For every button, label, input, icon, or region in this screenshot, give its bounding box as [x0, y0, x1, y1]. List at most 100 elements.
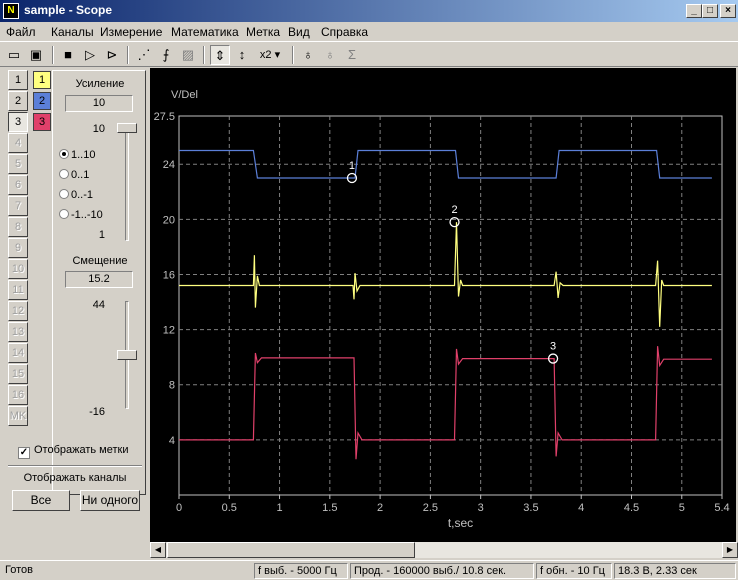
y-tick-label: 20: [163, 214, 175, 226]
menu-file[interactable]: Файл: [6, 25, 36, 39]
channel-button-4[interactable]: 4: [8, 133, 28, 153]
offset-slider-thumb[interactable]: [117, 350, 137, 360]
channel-button-6[interactable]: 6: [8, 175, 28, 195]
range-radio-4[interactable]: -1..-10: [59, 209, 103, 221]
channel-color-swatch-2[interactable]: 2: [33, 92, 51, 110]
channel-button-17[interactable]: MK: [8, 406, 28, 426]
save-icon[interactable]: ▣: [26, 45, 46, 65]
channel-button-16[interactable]: 16: [8, 385, 28, 405]
sum-icon[interactable]: Σ: [342, 45, 362, 65]
menu-marker[interactable]: Метка: [246, 25, 280, 39]
gain-slider-min: 1: [98, 229, 105, 241]
window-title: sample - Scope: [24, 3, 113, 17]
menu-help[interactable]: Справка: [321, 25, 368, 39]
offset-slider-min: -16: [89, 406, 105, 418]
maximize-button[interactable]: □: [702, 4, 718, 18]
x-tick-label: 1: [276, 502, 282, 514]
trigger-icon[interactable]: ⨍: [156, 45, 176, 65]
scroll-right-icon[interactable]: ▶: [722, 542, 738, 558]
show-none-button[interactable]: Ни одного: [80, 490, 140, 511]
status-refresh: f обн. - 10 Гц: [536, 563, 612, 579]
y-tick-label: 16: [163, 269, 175, 281]
plot-frame: [178, 115, 723, 496]
zoom-x2-icon[interactable]: x2 ▾: [254, 45, 286, 65]
channel-button-10[interactable]: 10: [8, 259, 28, 279]
offset-label: Смещение: [72, 255, 128, 267]
fit-vertical-icon[interactable]: ⇕: [210, 45, 230, 65]
menu-measure[interactable]: Измерение: [100, 25, 162, 39]
offset-value: 15.2: [65, 271, 133, 288]
scope-chart: 0 0.5 1 1.5 2 2.5 3 3.5 4 4.5 5 5.4481216202427.5V/…: [154, 89, 730, 530]
y-axis-label: V/Del: [171, 89, 198, 101]
channel-button-3[interactable]: 3: [8, 112, 28, 132]
channel-color-swatch-1[interactable]: 1: [33, 71, 51, 89]
status-ready: Готов: [5, 564, 33, 576]
menu-math[interactable]: Математика: [171, 25, 239, 39]
status-bar: Готов f выб. - 5000 Гц Прод. - 160000 вы…: [0, 560, 738, 580]
channel-button-2[interactable]: 2: [8, 91, 28, 111]
range-radio-2[interactable]: 0..1: [59, 169, 89, 181]
channel-setup-icon[interactable]: ⋰: [134, 45, 154, 65]
channel-color-swatch-3[interactable]: 3: [33, 113, 51, 131]
fill-icon[interactable]: ▨: [178, 45, 198, 65]
x-axis-label: t,sec: [448, 516, 473, 530]
minimize-button[interactable]: _: [686, 4, 702, 18]
y-tick-label: 8: [169, 380, 175, 392]
gain-offset-panel: Усиление 10 10 1 1..10 0..1 0..-1 -1..-1…: [52, 70, 146, 495]
y-tick-label: 27.5: [154, 111, 175, 123]
marker-label-3: 3: [550, 341, 556, 353]
channel-button-11[interactable]: 11: [8, 280, 28, 300]
channel-button-13[interactable]: 13: [8, 322, 28, 342]
scroll-thumb[interactable]: [167, 542, 415, 558]
channel-button-9[interactable]: 9: [8, 238, 28, 258]
gain-slider-thumb[interactable]: [117, 123, 137, 133]
show-markers-checkbox[interactable]: ✓ Отображать метки: [18, 444, 129, 459]
stop-icon[interactable]: ■: [58, 45, 78, 65]
x-tick-label: 0: [176, 502, 182, 514]
x-tick-label: 0.5: [222, 502, 237, 514]
step-play-icon[interactable]: ⊳: [102, 45, 122, 65]
channel-button-1[interactable]: 1: [8, 70, 28, 90]
marker-icon[interactable]: ♁: [298, 45, 318, 65]
scroll-left-icon[interactable]: ◀: [150, 542, 166, 558]
menu-view[interactable]: Вид: [288, 25, 310, 39]
x-tick-label: 5.4: [714, 502, 729, 514]
range-radio-3[interactable]: 0..-1: [59, 189, 93, 201]
status-cursor: 18.3 В, 2.33 сек: [614, 563, 736, 579]
zoom-vertical-icon[interactable]: ↕: [232, 45, 252, 65]
menu-bar: Файл Каналы Измерение Математика Метка В…: [0, 22, 738, 41]
marker-label-2: 2: [451, 204, 457, 216]
x-tick-label: 5: [679, 502, 685, 514]
horizontal-scrollbar[interactable]: ◀ ▶: [150, 542, 738, 558]
scope-app-icon[interactable]: N: [3, 3, 19, 19]
channel-button-8[interactable]: 8: [8, 217, 28, 237]
channel-control-panel: 1 2 3 4 5 6 7 8 9 10 11 12 13 14 15 16 MK 123 Усиление 1…: [0, 68, 150, 560]
y-tick-label: 12: [163, 325, 175, 337]
x-tick-label: 1.5: [322, 502, 337, 514]
channel-button-5[interactable]: 5: [8, 154, 28, 174]
marker-off-icon[interactable]: ♁: [320, 45, 340, 65]
gain-slider-max: 10: [92, 123, 105, 135]
y-tick-label: 4: [169, 435, 175, 447]
channel-button-7[interactable]: 7: [8, 196, 28, 216]
scope-display[interactable]: 0 0.5 1 1.5 2 2.5 3 3.5 4 4.5 5 5.4 4 8 12 16 20 24 27.5 V/…: [150, 68, 736, 542]
marker-label-1: 1: [349, 160, 355, 172]
range-radio-1[interactable]: 1..10: [59, 149, 95, 161]
play-icon[interactable]: ▷: [80, 45, 100, 65]
gain-label: Усиление: [75, 78, 125, 90]
open-icon[interactable]: ▭: [4, 45, 24, 65]
gain-value: 10: [65, 95, 133, 112]
x-tick-label: 3: [478, 502, 484, 514]
channel-button-14[interactable]: 14: [8, 343, 28, 363]
x-tick-label: 4: [578, 502, 584, 514]
channel-button-12[interactable]: 12: [8, 301, 28, 321]
gain-slider-track[interactable]: [125, 123, 129, 241]
x-tick-label: 2.5: [423, 502, 438, 514]
status-sample-rate: f выб. - 5000 Гц: [254, 563, 348, 579]
checkmark-icon: ✓: [18, 447, 30, 459]
menu-channels[interactable]: Каналы: [51, 25, 94, 39]
offset-slider-max: 44: [92, 299, 105, 311]
close-button[interactable]: ×: [720, 4, 736, 18]
show-all-button[interactable]: Все: [12, 490, 70, 511]
channel-button-15[interactable]: 15: [8, 364, 28, 384]
